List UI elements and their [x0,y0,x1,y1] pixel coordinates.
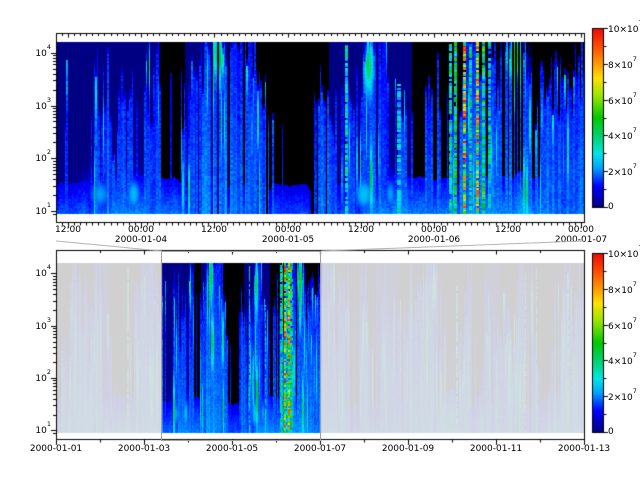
y-tick-label: 101 [17,424,51,436]
colorbar-tick-label: 10×107 [608,248,640,260]
top-x-date-label: 2000-01-06 [408,235,460,245]
colorbar-tick-label: 6×107 [608,320,637,332]
top-x-time-label: 00:00 [568,225,594,235]
top-x-time-label: 00:00 [128,225,154,235]
colorbar-tick-label: 4×107 [608,130,637,142]
colorbar-tick-label: 10×107 [608,23,640,35]
y-tick-label: 103 [17,320,51,332]
colorbar-tick-label: 0 [608,202,614,212]
bottom-x-date-label: 2000-01-13 [558,444,610,454]
top-x-time-label: 12:00 [201,225,227,235]
bottom-x-date-label: 2000-01-09 [382,444,434,454]
top-x-date-label: 2000-01-04 [115,235,167,245]
bottom-x-date-label: 2000-01-07 [294,444,346,454]
colorbar-tick-label: 2×107 [608,166,637,178]
y-tick-label: 104 [17,267,51,279]
colorbar-tick-label: 8×107 [608,284,637,296]
bottom-x-date-label: 2000-01-11 [470,444,522,454]
top-x-time-label: 00:00 [275,225,301,235]
y-tick-label: 102 [17,152,51,164]
figure: 10110210310410110210310412:0000:002000-0… [0,0,640,480]
top-x-time-label: 12:00 [348,225,374,235]
colorbar-tick-label: 8×107 [608,59,637,71]
colorbar-tick-label: 4×107 [608,355,637,367]
y-tick-label: 103 [17,100,51,112]
colorbar-tick-label: 6×107 [608,95,637,107]
bottom-x-date-label: 2000-01-01 [30,444,82,454]
top-x-date-label: 2000-01-05 [262,235,314,245]
zoom-selection-rect[interactable] [161,251,321,441]
top-x-date-label: 2000-01-07 [555,235,607,245]
y-tick-label: 104 [17,47,51,59]
colorbar-tick-label: 2×107 [608,391,637,403]
y-tick-label: 102 [17,372,51,384]
bottom-x-date-label: 2000-01-03 [118,444,170,454]
bottom-x-date-label: 2000-01-05 [206,444,258,454]
top-x-time-label: 12:00 [55,225,81,235]
top-x-time-label: 00:00 [421,225,447,235]
top-x-time-label: 12:00 [495,225,521,235]
top-panel-plot-area[interactable] [56,33,584,222]
colorbar-tick-label: 0 [608,427,614,437]
y-tick-label: 101 [17,205,51,217]
